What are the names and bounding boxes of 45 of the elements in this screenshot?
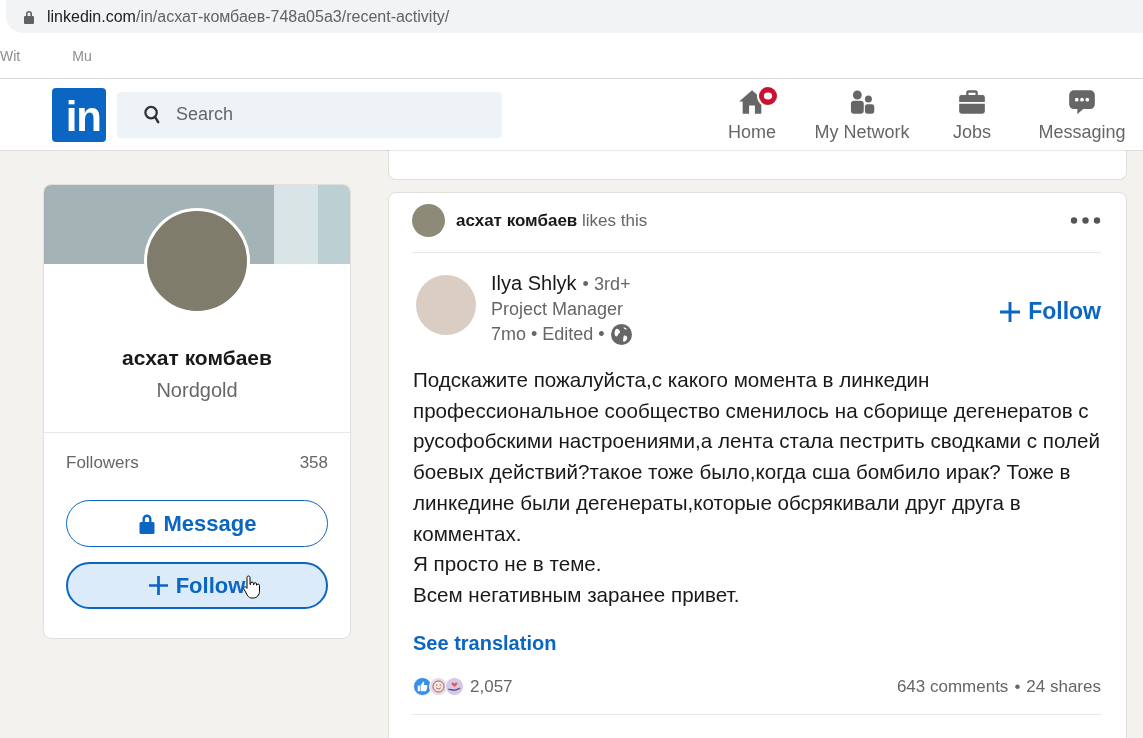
company-name: Nordgold <box>155 379 239 402</box>
follow-button[interactable]: Follow <box>1000 298 1101 325</box>
post-time: 7mo • Edited • <box>491 323 605 346</box>
globe-icon <box>610 324 632 345</box>
see-translation-link[interactable]: See translation <box>412 631 557 655</box>
stat-value: 358 <box>299 453 328 473</box>
people-icon <box>848 88 876 116</box>
stat-label: Followers <box>66 453 139 473</box>
lock-icon <box>23 9 35 24</box>
nav-item[interactable]: My Network <box>807 79 917 150</box>
search-icon <box>143 104 162 124</box>
author-headline: Project Manager <box>491 298 625 321</box>
reaction-count[interactable]: 2,057 <box>470 676 513 697</box>
chat-bubble-icon <box>1068 88 1096 116</box>
nav-item[interactable]: Jobs <box>917 79 1027 150</box>
briefcase-icon <box>958 88 986 116</box>
separator-dot: • <box>1014 676 1021 697</box>
thumbs-up-reaction-icon <box>413 677 432 697</box>
actor-link[interactable]: асхат комбаев <box>456 210 578 230</box>
avatar-placeholder <box>412 204 445 237</box>
comments-link[interactable]: 643 comments <box>896 676 1009 697</box>
plus-icon <box>1000 301 1021 322</box>
activity-text: асхат комбаев likes this <box>456 210 649 231</box>
post-paragraph: Я просто не в теме. <box>413 551 603 578</box>
author-photo-placeholder <box>416 275 476 335</box>
shares-link[interactable]: 24 shares <box>1026 676 1101 697</box>
author-name[interactable]: Ilya Shlyk <box>491 271 577 296</box>
nav-item[interactable]: Messaging <box>1027 79 1137 150</box>
heart-hand-reaction-icon <box>445 677 464 697</box>
follow-button[interactable]: Follow <box>66 562 328 609</box>
lock-icon <box>137 513 156 534</box>
plus-icon <box>148 576 168 595</box>
post-paragraph: Всем негативным заранее привет. <box>413 581 741 608</box>
more-options-icon <box>1070 217 1101 224</box>
laughing-face-reaction-icon <box>429 677 448 697</box>
bookmark-link[interactable]: Mu <box>72 47 92 64</box>
profile-name: асхат комбаев <box>121 346 273 370</box>
address-bar[interactable]: linkedin.com/in/асхат-комбаев-748a05a3/recent-activity/ <box>6 0 1143 33</box>
nav-item[interactable]: Home <box>697 79 807 150</box>
logo[interactable]: in <box>52 87 106 142</box>
connection-degree: • 3rd+ <box>582 273 631 296</box>
search-field[interactable]: Search <box>117 91 502 138</box>
message-button[interactable]: Message <box>66 500 328 547</box>
post-paragraph: Подскажите пожалуйста,с какого момента в линкедин профессиональное сообщество сменилось на сборище дегенератов с русофобскими настроениями,а лента стала пестрить сводками с полей боевых действий?такое тоже было,когда сша бомбило ирак? Тоже в линкедине были дегенераты,которые обсрякивали друг друга в комментах. <box>413 367 1101 547</box>
bookmark-link[interactable]: Wit <box>0 47 21 64</box>
